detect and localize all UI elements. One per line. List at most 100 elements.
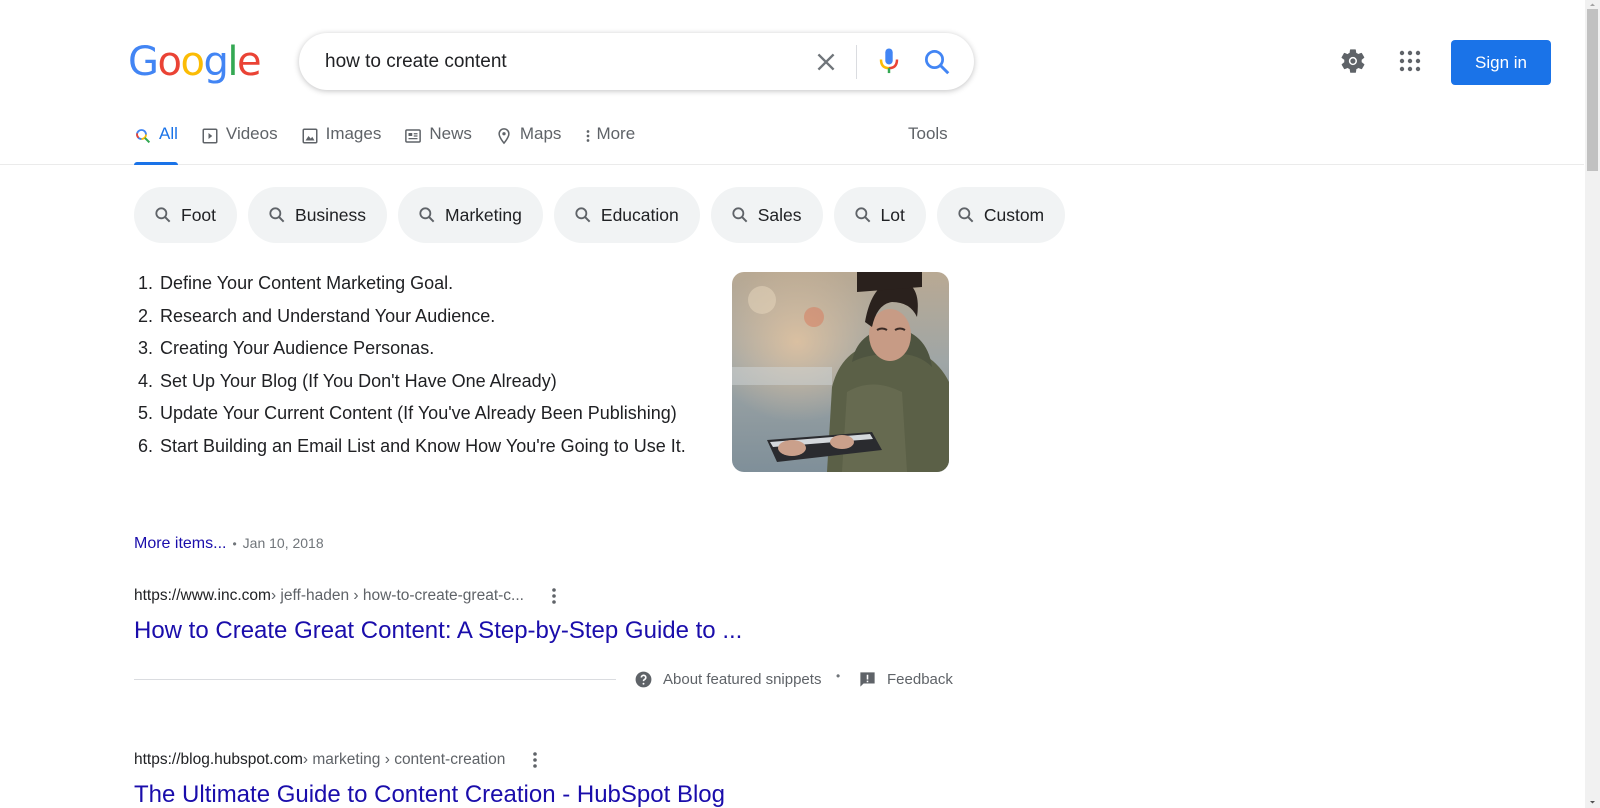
item-text: Define Your Content Marketing Goal. [160, 273, 454, 293]
result-url-host: https://blog.hubspot.com [134, 751, 303, 768]
snippet-date: Jan 10, 2018 [242, 535, 324, 551]
woman-reading-tablet-image [732, 272, 949, 472]
chip-label: Foot [181, 204, 217, 225]
feedback-icon [860, 672, 875, 687]
logo-letter: G [128, 39, 159, 85]
search-icon [958, 207, 974, 223]
list-item: 6. Start Building an Email List and Know … [134, 433, 694, 460]
item-text: Set Up Your Blog (If You Don't Have One … [160, 370, 557, 391]
result-title-link[interactable]: How to Create Great Content: A Step-by-S… [134, 617, 742, 645]
result-url-path: › jeff-haden › how-to-create-great-c... [270, 587, 524, 604]
image-icon [302, 128, 318, 144]
vertical-scrollbar[interactable] [1585, 0, 1600, 808]
tools-button[interactable]: Tools [908, 124, 948, 144]
about-featured-snippets-link[interactable]: About featured snippets [634, 670, 821, 689]
tab-more[interactable]: More [584, 124, 635, 165]
search-result: https://www.inc.com › jeff-haden › how-t… [134, 586, 742, 645]
tab-label: Videos [225, 124, 278, 143]
google-logo[interactable]: Google [128, 39, 262, 85]
more-options-icon[interactable] [527, 750, 543, 770]
chip-foot[interactable]: Foot [134, 187, 238, 243]
refinement-chips: Foot Business Marketing Education Sales … [134, 187, 1076, 243]
search-icon[interactable] [922, 47, 952, 77]
search-icon [136, 129, 151, 144]
chip-label: Marketing [445, 204, 522, 225]
map-pin-icon [498, 128, 510, 145]
search-tabs: All Videos Images News Maps More [134, 124, 658, 165]
snippet-image[interactable] [732, 272, 949, 472]
chip-business[interactable]: Business [248, 187, 388, 243]
item-text: Start Building an Email List and Know Ho… [160, 435, 686, 456]
item-number: 3. [138, 338, 154, 358]
chip-marketing[interactable]: Marketing [398, 187, 543, 243]
logo-letter: o [157, 39, 182, 85]
separator-dot: • [836, 669, 841, 683]
search-box [299, 33, 974, 90]
result-url[interactable]: https://blog.hubspot.com › marketing › c… [134, 750, 725, 770]
result-title-link[interactable]: The Ultimate Guide to Content Creation -… [134, 781, 725, 808]
list-item: 2. Research and Understand Your Audience. [134, 303, 694, 330]
list-item: 1. Define Your Content Marketing Goal. [134, 270, 694, 297]
logo-letter: e [236, 39, 262, 85]
search-icon [575, 207, 591, 223]
search-icon [419, 207, 435, 223]
feedback-link[interactable]: Feedback [858, 670, 953, 689]
result-url[interactable]: https://www.inc.com › jeff-haden › how-t… [134, 586, 742, 606]
item-text: Research and Understand Your Audience. [160, 305, 496, 326]
microphone-icon[interactable] [874, 46, 904, 78]
chip-custom[interactable]: Custom [936, 187, 1066, 243]
chip-lot[interactable]: Lot [833, 187, 926, 243]
chip-label: Custom [983, 204, 1045, 225]
apps-grid-icon[interactable] [1398, 49, 1422, 73]
list-item: 3. Creating Your Audience Personas. [134, 335, 694, 362]
featured-snippet-list: 1. Define Your Content Marketing Goal. 2.… [134, 270, 694, 465]
settings-gear-icon[interactable] [1339, 47, 1367, 75]
item-text: Creating Your Audience Personas. [160, 338, 435, 358]
chip-label: Business [295, 204, 367, 225]
logo-letter: l [227, 39, 238, 85]
divider [134, 679, 616, 680]
more-items-link[interactable]: More items... [134, 535, 226, 552]
tab-videos[interactable]: Videos [201, 124, 278, 165]
clear-icon[interactable] [813, 49, 839, 75]
tab-label: News [429, 124, 472, 143]
tab-all[interactable]: All [134, 124, 178, 165]
chip-sales[interactable]: Sales [710, 187, 823, 243]
search-divider [856, 45, 857, 79]
item-number: 6. [138, 435, 154, 456]
help-circle-icon [635, 671, 652, 688]
snippet-meta: More items... • Jan 10, 2018 [134, 535, 324, 553]
scroll-down-arrow-icon[interactable] [1585, 796, 1600, 808]
feedback-label: Feedback [887, 671, 953, 688]
list-item: 5. Update Your Current Content (If You've… [134, 400, 694, 427]
chip-label: Sales [757, 204, 802, 225]
scroll-up-arrow-icon[interactable] [1585, 0, 1600, 9]
news-icon [405, 129, 422, 143]
search-result: https://blog.hubspot.com › marketing › c… [134, 750, 725, 808]
search-icon [269, 207, 285, 223]
tab-label: Maps [519, 124, 562, 143]
item-number: 1. [138, 273, 154, 293]
video-icon [202, 128, 218, 144]
tab-images[interactable]: Images [301, 124, 381, 165]
search-input[interactable] [325, 47, 795, 77]
logo-letter: g [203, 39, 228, 85]
tab-news[interactable]: News [404, 124, 472, 165]
sign-in-button[interactable]: Sign in [1451, 40, 1551, 85]
item-number: 2. [138, 305, 154, 326]
list-item: 4. Set Up Your Blog (If You Don't Have On… [134, 368, 694, 395]
about-label: About featured snippets [663, 671, 822, 688]
tab-label: All [159, 124, 178, 143]
scrollbar-thumb[interactable] [1587, 9, 1598, 171]
tab-label: More [596, 124, 636, 143]
chip-education[interactable]: Education [553, 187, 700, 243]
chip-label: Education [600, 204, 679, 225]
header: Google Sign in [0, 0, 1584, 165]
more-options-icon[interactable] [546, 586, 562, 606]
search-icon [732, 207, 748, 223]
more-vertical-icon [587, 130, 590, 142]
result-url-path: › marketing › content-creation [302, 751, 506, 768]
item-number: 5. [138, 403, 154, 423]
tab-maps[interactable]: Maps [495, 124, 562, 165]
logo-letter: o [180, 39, 204, 85]
